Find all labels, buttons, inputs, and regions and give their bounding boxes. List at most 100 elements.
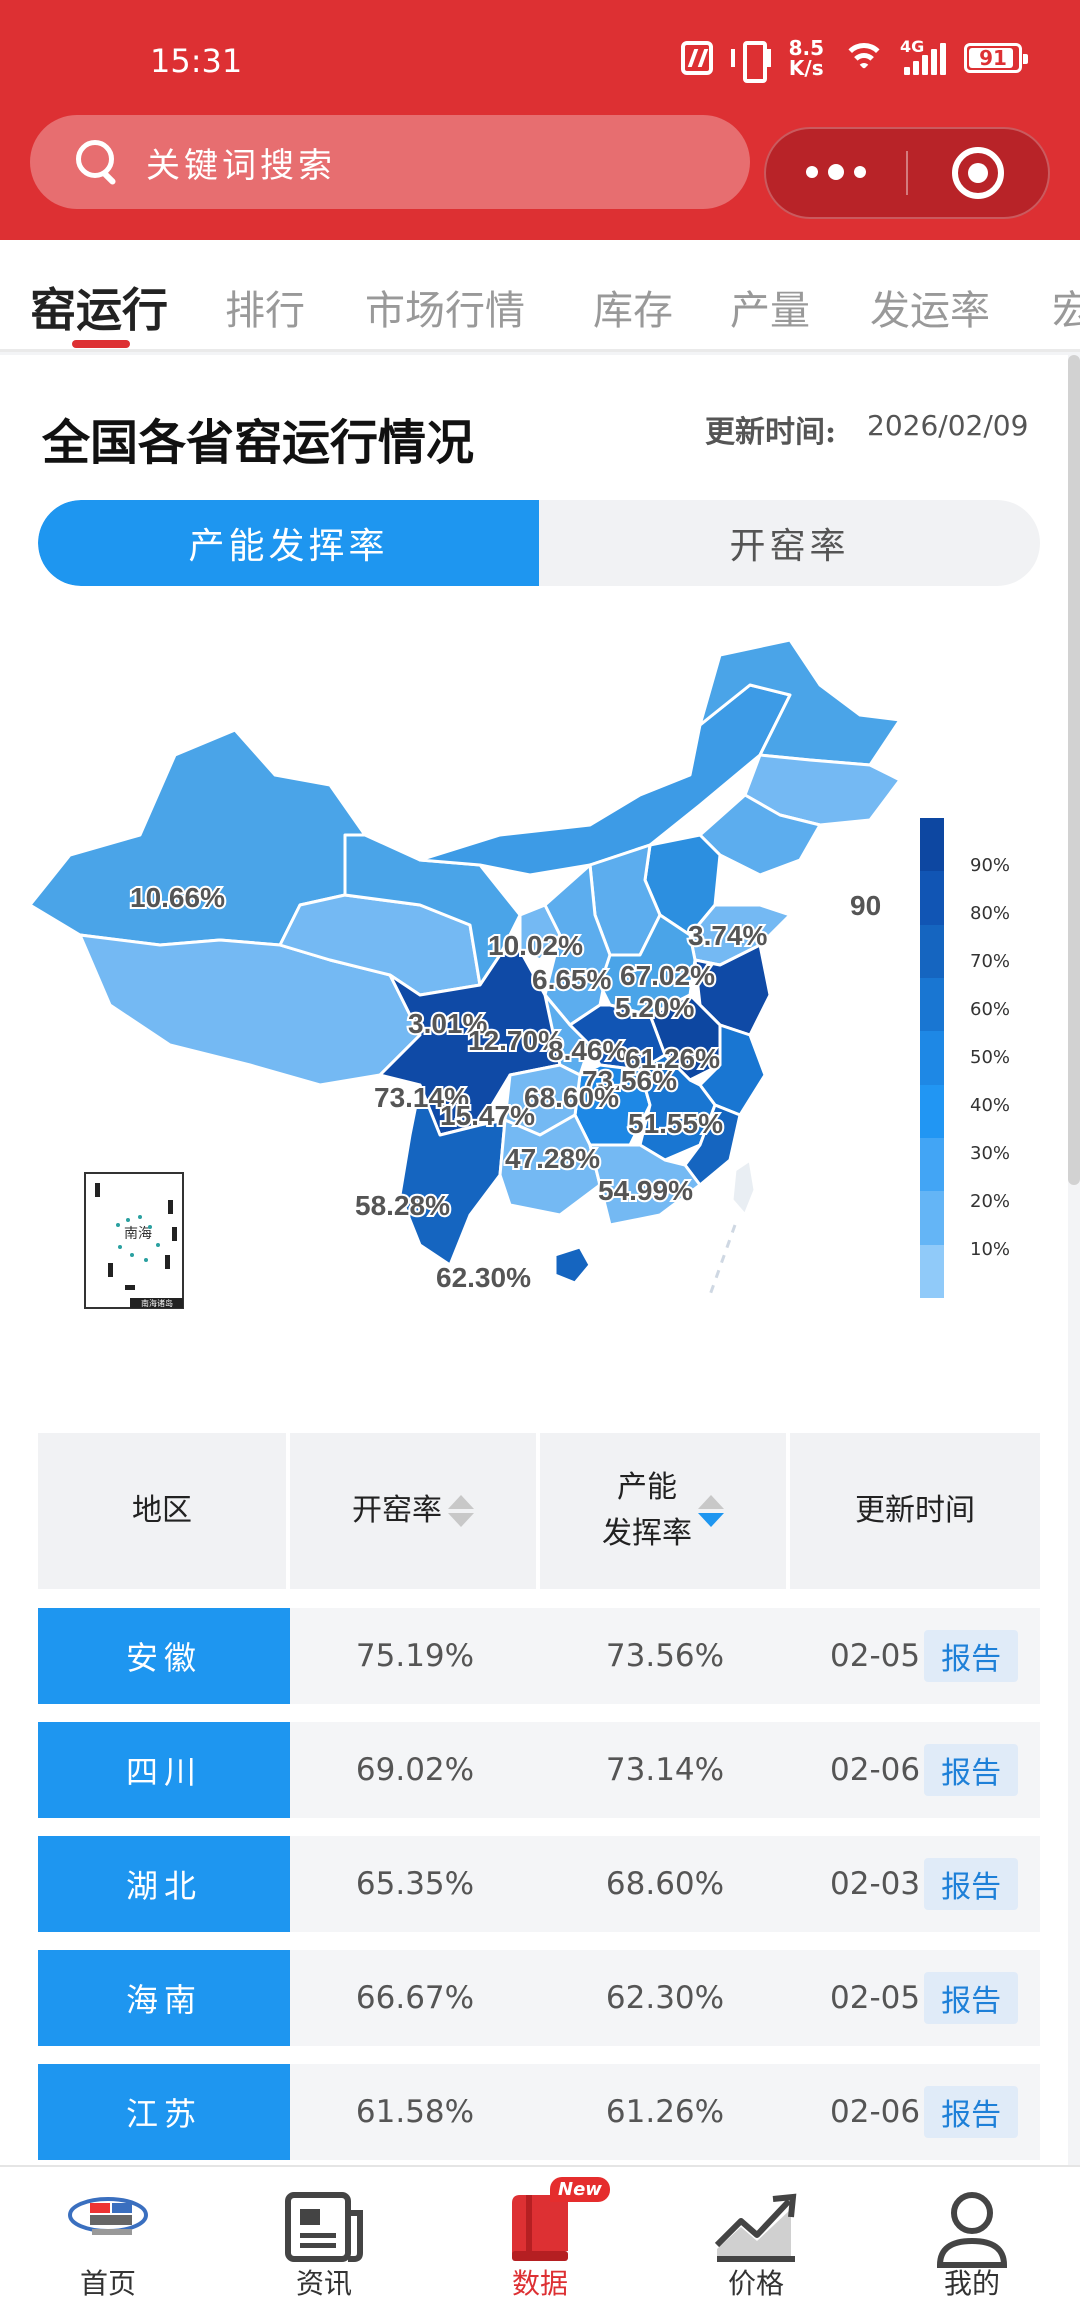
row-update-time: 02-05 报告 [790,1950,1040,2046]
header-capacity-rate[interactable]: 产能 发挥率 [540,1433,790,1589]
row-capacity-rate: 73.14% [605,1752,725,1788]
row-open-rate: 66.67% [355,1980,475,2016]
nav-data[interactable]: 数据 [432,2167,648,2310]
sort-desc-icon [698,1495,724,1527]
legend-swatch [920,818,944,872]
report-button[interactable]: 报告 [924,1972,1019,2024]
row-capacity-rate: 61.26% [605,2094,725,2130]
table-row: 海南 66.67% 62.30% 02-05 报告 [38,1950,1040,2046]
map-label-zhejiang: 51.55% [628,1108,723,1139]
legend-tick: 80% [970,903,1011,924]
status-icons: 8.5 K/s 4G 91 [680,36,1028,83]
user-icon [936,2192,1008,2268]
table-header: 地区 开窑率 产能 发挥率 更新时间 [38,1433,1040,1589]
legend-swatch [920,1191,944,1245]
row-region[interactable]: 四川 [38,1722,290,1818]
map-label-chongqing: 15.47% [440,1100,535,1131]
china-province-map: 南海诸岛 南海 10.66% 10.02% 3.74% 6.65% 67.02%… [28,638,902,1309]
header-open-rate[interactable]: 开窑率 [290,1433,540,1589]
legend-tick: 40% [970,1095,1011,1116]
legend-swatch [920,1244,944,1298]
nav-news[interactable]: 资讯 [216,2167,432,2310]
table-row: 湖北 65.35% 68.60% 02-03 报告 [38,1836,1040,1932]
map-label-hainan: 62.30% [436,1262,531,1293]
header-update-time: 更新时间 [855,1493,975,1528]
province-taiwan [730,1158,757,1217]
tab-ranking[interactable]: 排行 [225,278,305,336]
map-label-jiangxi: 54.99% [598,1175,693,1206]
close-miniapp-icon[interactable] [908,147,1048,199]
legend-tick: 60% [970,999,1011,1020]
segment-open-rate[interactable]: 开窑率 [539,500,1040,586]
row-region[interactable]: 江苏 [38,2064,290,2160]
inset-caption: 南海诸岛 [141,1298,173,1308]
inset-label: 南海 [124,1225,152,1241]
tab-output[interactable]: 产量 [730,278,810,336]
net-speed: 8.5 K/s [788,36,824,80]
map-label-jilin: 90 [850,890,881,921]
home-logo-icon [68,2197,148,2235]
map-label-yunnan: 58.28% [355,1190,450,1221]
nav-home[interactable]: 首页 [0,2167,216,2310]
row-open-rate: 65.35% [355,1866,475,1902]
row-capacity-rate: 68.60% [605,1866,725,1902]
category-tabs: 窑运行 排行 市场行情 库存 产量 发运率 宏 [0,240,1080,352]
report-button[interactable]: 报告 [924,2086,1019,2138]
bottom-navigation: 首页 资讯 数据 New 价格 我的 [0,2165,1080,2310]
battery-icon: 91 [964,43,1028,73]
segment-capacity-rate[interactable]: 产能发挥率 [38,500,539,586]
sea-boundary [708,1224,737,1296]
nav-profile[interactable]: 我的 [864,2167,1080,2310]
tab-kiln-operation[interactable]: 窑运行 [30,274,168,340]
price-chart-icon [714,2193,797,2262]
tab-more[interactable]: 宏 [1052,278,1080,336]
map-label-liaoning: 3.74% [688,920,767,951]
battery-level: 91 [979,46,1007,70]
miniapp-capsule [764,127,1050,219]
row-update-time: 02-05 报告 [790,1608,1040,1704]
wifi-icon [842,41,886,75]
map-label-hebei: 67.02% [620,960,715,991]
report-button[interactable]: 报告 [924,1858,1019,1910]
row-region[interactable]: 湖北 [38,1836,290,1932]
map-label-shandong: 5.20% [615,992,694,1023]
scrollbar[interactable] [1068,355,1080,1185]
nfc-icon [680,41,713,75]
report-button[interactable]: 报告 [924,1630,1019,1682]
tab-market[interactable]: 市场行情 [365,278,525,336]
legend-swatch [920,977,944,1032]
row-capacity-rate: 73.56% [605,1638,725,1674]
status-time: 15:31 [150,42,243,80]
search-input[interactable]: 关键词搜索 [30,115,750,209]
map-label-hunan: 47.28% [505,1143,600,1174]
row-capacity-rate: 62.30% [605,1980,725,2016]
row-region[interactable]: 海南 [38,1950,290,2046]
search-icon [76,140,120,184]
map-label-xinjiang: 10.66% [130,882,225,913]
legend-swatch [920,924,944,978]
tab-inventory[interactable]: 库存 [593,278,673,336]
newspaper-icon [285,2192,363,2262]
legend-swatch [920,1137,944,1192]
row-open-rate: 61.58% [355,2094,475,2130]
nav-price[interactable]: 价格 [648,2167,864,2310]
update-time-label: 更新时间: [705,415,837,450]
legend-swatch [920,1031,944,1085]
legend-tick: 90% [970,855,1011,876]
vibrate-icon [730,41,771,83]
update-time-value: 2026/02/09 [867,409,1029,442]
tab-shipping-rate[interactable]: 发运率 [870,278,990,336]
active-tab-indicator [72,340,130,348]
map-label-henan: 8.46% [548,1035,627,1066]
legend-tick: 70% [970,951,1011,972]
map-label-hubei: 68.60% [524,1082,619,1113]
sort-icon [448,1495,474,1527]
row-update-time: 02-03 报告 [790,1836,1040,1932]
table-row: 安徽 75.19% 73.56% 02-05 报告 [38,1608,1040,1704]
row-region[interactable]: 安徽 [38,1608,290,1704]
table-row: 江苏 61.58% 61.26% 02-06 报告 [38,2064,1040,2160]
report-button[interactable]: 报告 [924,1744,1019,1796]
more-icon[interactable] [766,164,906,180]
signal-icon: 4G [900,37,946,75]
new-badge: New [550,2177,610,2202]
